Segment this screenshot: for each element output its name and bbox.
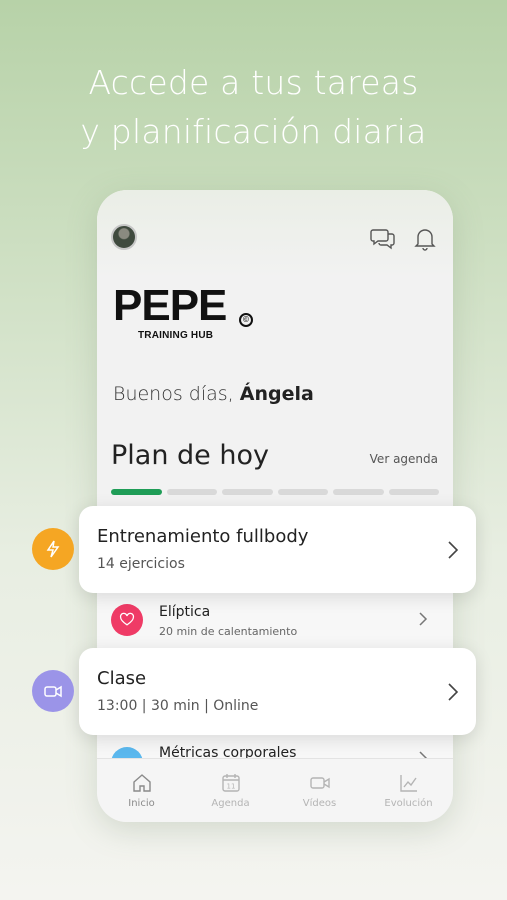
logo-subtitle: TRAINING HUB <box>138 330 214 341</box>
plan-progress <box>111 489 439 495</box>
chart-icon <box>399 775 417 792</box>
class-card[interactable]: Clase 13:00 | 30 min | Online <box>79 648 476 735</box>
progress-segment <box>166 489 217 495</box>
home-icon <box>132 774 151 792</box>
tab-label: Evolución <box>384 798 433 809</box>
greeting: Buenos días, Ángela <box>113 383 314 405</box>
card-title: Clase <box>97 668 147 689</box>
lightning-icon <box>32 528 74 570</box>
tab-evolucion[interactable]: Evolución <box>377 772 441 809</box>
calendar-icon: 11 <box>221 774 240 792</box>
list-item-title: Elíptica <box>159 604 211 620</box>
tab-inicio[interactable]: Inicio <box>110 772 174 809</box>
tab-videos[interactable]: Vídeos <box>288 772 352 809</box>
phone-header-bg <box>97 190 453 280</box>
video-icon <box>32 670 74 712</box>
brand-logo: PEPE <box>113 281 227 330</box>
chevron-right-icon <box>419 612 428 626</box>
chevron-right-icon <box>448 683 459 701</box>
card-subtitle: 14 ejercicios <box>97 556 185 572</box>
headline-line-2: y planificación diaria <box>80 112 427 151</box>
tab-label: Vídeos <box>302 798 337 809</box>
card-title: Entrenamiento fullbody <box>97 526 309 547</box>
bell-icon[interactable] <box>411 224 439 252</box>
list-item[interactable]: Elíptica 20 min de calentamiento <box>97 590 453 650</box>
plan-title: Plan de hoy <box>111 440 269 471</box>
avatar[interactable] <box>111 224 137 250</box>
headline-line-1: Accede a tus tareas <box>88 63 419 102</box>
logo-registered-mark: © <box>239 313 253 327</box>
promo-headline: Accede a tus tareas y planificación diar… <box>0 58 507 156</box>
progress-segment <box>277 489 328 495</box>
greeting-name: Ángela <box>239 383 314 405</box>
chat-icon[interactable] <box>369 224 397 252</box>
video-icon <box>309 777 330 789</box>
card-subtitle: 13:00 | 30 min | Online <box>97 698 259 714</box>
tab-label: Agenda <box>211 798 250 809</box>
chevron-right-icon <box>448 541 459 559</box>
progress-segment <box>222 489 273 495</box>
heart-icon <box>111 604 143 636</box>
progress-segment <box>388 489 439 495</box>
tab-agenda[interactable]: 11 Agenda <box>199 772 263 809</box>
list-item-subtitle: 20 min de calentamiento <box>159 625 298 638</box>
svg-text:11: 11 <box>226 783 235 791</box>
workout-card[interactable]: Entrenamiento fullbody 14 ejercicios <box>79 506 476 593</box>
progress-segment <box>111 489 162 495</box>
bottom-tab-bar: Inicio 11 Agenda Vídeos Evolución <box>97 758 453 822</box>
tab-label: Inicio <box>128 798 155 809</box>
greeting-prefix: Buenos días, <box>113 383 234 405</box>
view-agenda-link[interactable]: Ver agenda <box>370 452 438 466</box>
progress-segment <box>333 489 384 495</box>
